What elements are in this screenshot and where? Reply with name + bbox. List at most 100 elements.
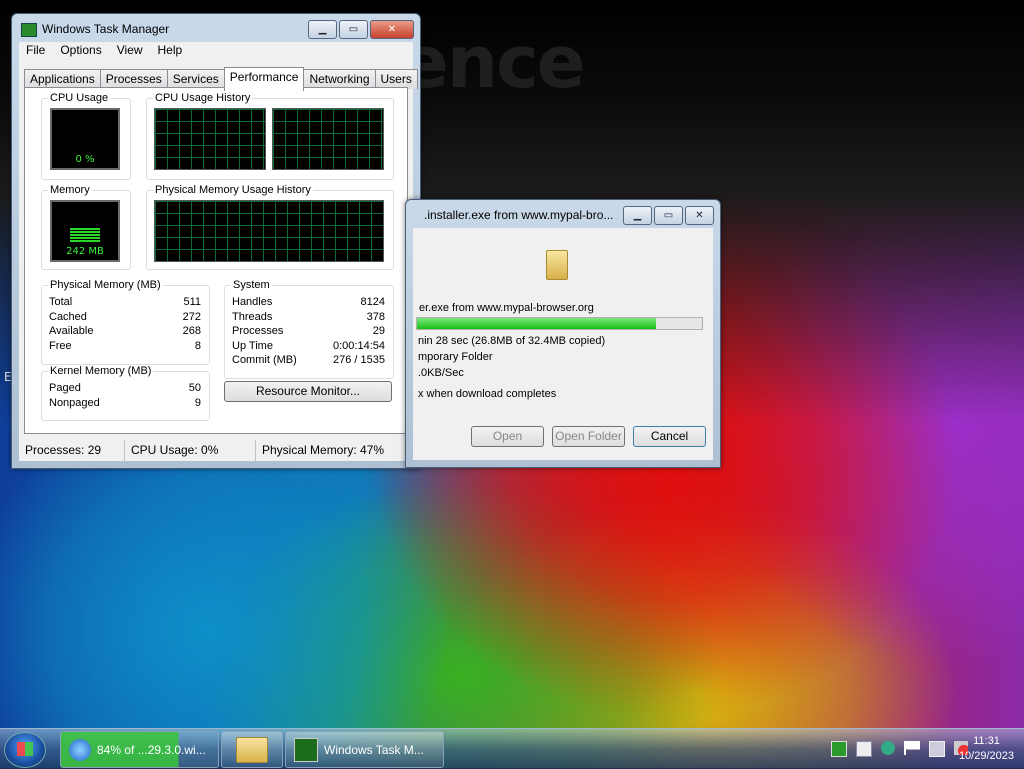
row-value: 8124	[360, 296, 385, 308]
table-row: Commit (MB) 276 / 1535	[232, 354, 385, 369]
tab-services[interactable]: Services	[166, 69, 225, 89]
window-title: Windows Task Manager	[42, 22, 170, 36]
row-value: 29	[372, 325, 385, 337]
tab-processes[interactable]: Processes	[99, 69, 168, 89]
memory-value: 242 MB	[66, 246, 104, 257]
windows-logo-icon	[17, 742, 33, 756]
tab-networking[interactable]: Networking	[303, 69, 376, 89]
cpu-meter-icon[interactable]	[831, 741, 847, 757]
resource-monitor-button[interactable]: Resource Monitor...	[224, 381, 392, 402]
row-label: Free	[49, 339, 72, 352]
document-icon[interactable]	[856, 741, 872, 757]
row-value: 378	[366, 310, 385, 323]
tab-users[interactable]: Users	[374, 69, 418, 89]
table-row: Handles 8124	[232, 296, 385, 311]
task-manager-icon	[21, 23, 37, 37]
cancel-button[interactable]: Cancel	[633, 426, 706, 447]
close-button[interactable]: ✕	[685, 206, 714, 225]
menu-file[interactable]: File	[19, 42, 53, 61]
row-label: Commit (MB)	[232, 354, 297, 366]
download-speed: .0KB/Sec	[418, 367, 464, 379]
download-progress-bar	[416, 317, 703, 330]
taskbar-item-browser[interactable]: 84% of ...29.3.0.wi...	[60, 731, 219, 768]
row-label: Total	[49, 296, 73, 308]
open-button[interactable]: Open	[471, 426, 544, 447]
minimize-button[interactable]: ▁	[308, 20, 337, 39]
system-table: Handles 8124 Threads 378 Processes 29 Up Ti…	[232, 296, 385, 369]
minimize-button[interactable]: ▁	[623, 206, 652, 225]
table-row: Total 511	[49, 296, 201, 311]
wallpaper-text: ence	[400, 20, 586, 104]
taskbar-item-label: Windows Task M...	[324, 742, 424, 757]
table-row: Threads 378	[232, 311, 385, 326]
table-row: Paged 50	[49, 382, 201, 397]
network-icon[interactable]	[929, 741, 945, 757]
flag-icon[interactable]	[904, 741, 920, 755]
taskbar-item-explorer[interactable]	[221, 731, 283, 768]
memory-history-label: Physical Memory Usage History	[153, 184, 313, 196]
physical-memory-group: Physical Memory (MB) Total 511 Cached 272 …	[41, 279, 210, 365]
status-memory: Physical Memory: 47%	[262, 443, 385, 457]
start-button[interactable]	[4, 732, 46, 768]
table-row: Nonpaged 9	[49, 397, 201, 412]
row-label: Up Time	[232, 339, 273, 352]
taskbar: 84% of ...29.3.0.wi... Windows Task M...…	[0, 728, 1024, 769]
kernel-memory-label: Kernel Memory (MB)	[48, 365, 154, 377]
tab-applications[interactable]: Applications	[24, 69, 101, 89]
memory-group: Memory 242 MB	[41, 184, 131, 270]
system-label: System	[231, 279, 272, 291]
tab-performance[interactable]: Performance	[223, 67, 305, 91]
row-label: Threads	[232, 310, 273, 323]
clock[interactable]: 11:31 10/29/2023	[959, 734, 1014, 764]
cpu-history-graph-1	[154, 108, 266, 170]
memory-history-group: Physical Memory Usage History	[146, 184, 394, 270]
clock-date: 10/29/2023	[958, 750, 1014, 762]
row-label: Nonpaged	[49, 396, 100, 409]
taskbar-item-task-manager[interactable]: Windows Task M...	[285, 731, 444, 768]
close-when-complete-label[interactable]: x when download completes	[418, 388, 556, 400]
taskbar-item-label: 84% of ...29.3.0.wi...	[97, 742, 206, 757]
memory-label: Memory	[48, 184, 92, 196]
physical-memory-table: Total 511 Cached 272 Available 268 Free 8	[49, 296, 201, 354]
status-bar: Processes: 29 CPU Usage: 0% Physical Mem…	[19, 440, 413, 461]
clock-time: 11:31	[973, 735, 1000, 747]
browser-icon	[69, 738, 91, 761]
title-bar[interactable]: Windows Task Manager ▁ ▭ ✕	[12, 14, 420, 42]
status-processes: Processes: 29	[19, 440, 125, 461]
system-group: System Handles 8124 Threads 378 Processes 2…	[224, 279, 394, 379]
task-manager-window: Windows Task Manager ▁ ▭ ✕ File Options …	[11, 13, 421, 469]
menu-help[interactable]: Help	[151, 42, 191, 61]
folder-icon	[236, 736, 268, 763]
maximize-button[interactable]: ▭	[654, 206, 683, 225]
security-icon[interactable]	[881, 741, 895, 755]
memory-meter: 242 MB	[50, 200, 120, 262]
menu-view[interactable]: View	[110, 42, 151, 61]
row-value: 8	[194, 339, 201, 352]
download-time-remaining: nin 28 sec (26.8MB of 32.4MB copied)	[418, 335, 606, 347]
folder-icon	[546, 250, 568, 280]
table-row: Free 8	[49, 340, 201, 355]
download-dialog: .installer.exe from www.mypal-bro... ▁ ▭…	[405, 199, 721, 468]
open-folder-button[interactable]: Open Folder	[552, 426, 625, 447]
physical-memory-label: Physical Memory (MB)	[48, 279, 163, 291]
status-cpu: CPU Usage: 0%	[125, 440, 256, 461]
close-button[interactable]: ✕	[370, 20, 414, 39]
dialog-body: er.exe from www.mypal-browser.org nin 28…	[413, 228, 713, 460]
dialog-title-bar[interactable]: .installer.exe from www.mypal-bro... ▁ ▭…	[406, 200, 720, 228]
maximize-button[interactable]: ▭	[339, 20, 368, 39]
cpu-history-group: CPU Usage History	[146, 92, 394, 180]
table-row: Processes 29	[232, 325, 385, 340]
menu-options[interactable]: Options	[53, 42, 109, 61]
dialog-title: .installer.exe from www.mypal-bro...	[424, 208, 614, 222]
table-row: Available 268	[49, 325, 201, 340]
row-value: 511	[183, 296, 201, 308]
kernel-memory-group: Kernel Memory (MB) Paged 50 Nonpaged 9	[41, 365, 210, 421]
row-value: 268	[182, 325, 201, 337]
kernel-memory-table: Paged 50 Nonpaged 9	[49, 382, 201, 411]
row-value: 50	[188, 382, 201, 394]
row-value: 9	[194, 396, 201, 409]
table-row: Cached 272	[49, 311, 201, 326]
task-manager-icon	[294, 737, 318, 762]
memory-meter-bar	[70, 228, 100, 242]
system-tray	[822, 741, 968, 757]
